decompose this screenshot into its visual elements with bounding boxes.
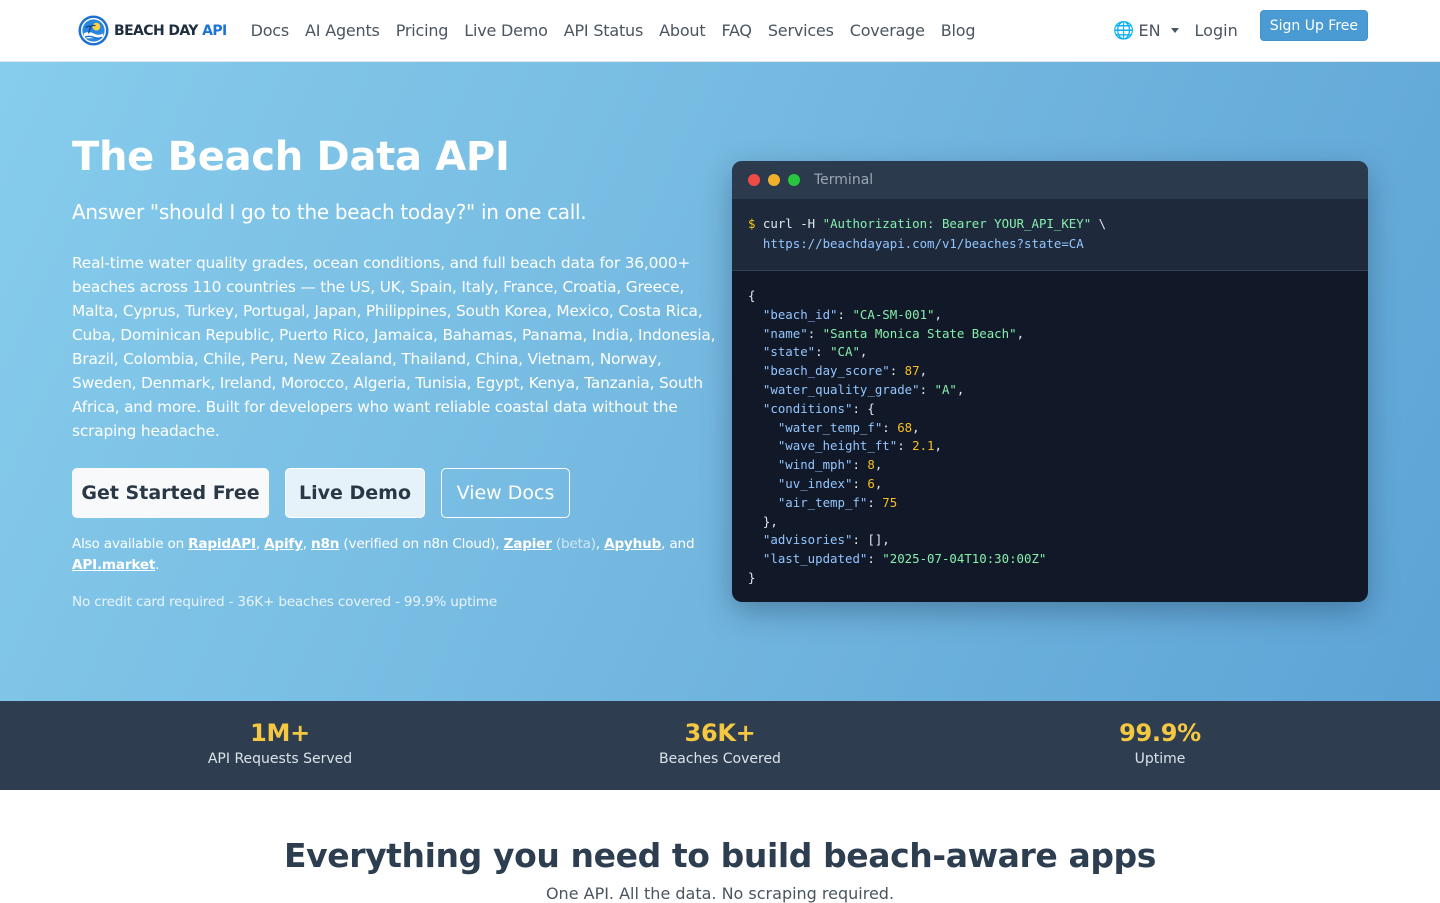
language-label: EN (1138, 21, 1161, 40)
globe-icon: 🌐 (1113, 20, 1135, 41)
terminal-window: Terminal $ curl -H "Authorization: Beare… (732, 161, 1368, 602)
nav-link-pricing[interactable]: Pricing (388, 21, 457, 40)
stat-requests: 1M+ API Requests Served (130, 719, 430, 767)
apify-link[interactable]: Apify (264, 536, 303, 552)
nav-link-blog[interactable]: Blog (933, 21, 984, 40)
n8n-link[interactable]: n8n (311, 536, 339, 552)
nav-link-docs[interactable]: Docs (243, 21, 297, 40)
stat-value: 99.9% (1119, 719, 1201, 747)
rapidapi-link[interactable]: RapidAPI (188, 536, 256, 552)
minimize-dot-icon (768, 174, 780, 186)
view-docs-button[interactable]: View Docs (441, 468, 570, 518)
terminal-titlebar: Terminal (732, 161, 1368, 199)
stat-value: 1M+ (250, 719, 310, 747)
also-available-text: Also available on RapidAPI, Apify, n8n (… (72, 536, 695, 573)
language-dropdown[interactable]: 🌐 EN (1113, 20, 1179, 41)
api-market-link[interactable]: API.market (72, 557, 155, 573)
apyhub-link[interactable]: Apyhub (604, 536, 661, 552)
nav-link-services[interactable]: Services (760, 21, 842, 40)
chevron-down-icon (1170, 28, 1179, 33)
signup-button[interactable]: Sign Up Free (1259, 10, 1368, 41)
maximize-dot-icon (788, 174, 800, 186)
nav-right: 🌐 EN Login Sign Up Free (1113, 10, 1368, 41)
login-link[interactable]: Login (1195, 21, 1238, 40)
hero-buttons: Get Started Free Live Demo View Docs (72, 468, 570, 518)
features-title: Everything you need to build beach-aware… (283, 836, 1157, 875)
stat-beaches: 36K+ Beaches Covered (570, 719, 870, 767)
hero-footnote: No credit card required - 36K+ beaches c… (72, 594, 497, 610)
brand-link[interactable]: BEACH DAY API (78, 15, 227, 46)
zapier-link[interactable]: Zapier (504, 536, 552, 552)
brand-name: BEACH DAY API (114, 22, 227, 39)
hero-section: The Beach Data API Answer "should I go t… (0, 62, 1440, 701)
nav-link-ai-agents[interactable]: AI Agents (297, 21, 388, 40)
stat-label: Beaches Covered (659, 751, 781, 767)
stat-uptime: 99.9% Uptime (1010, 719, 1310, 767)
terminal-title: Terminal (814, 172, 874, 188)
features-subtitle: One API. All the data. No scraping requi… (545, 884, 895, 903)
stat-label: API Requests Served (207, 751, 353, 767)
stat-value: 36K+ (684, 719, 756, 747)
nav-link-api-status[interactable]: API Status (556, 21, 651, 40)
nav-link-live-demo[interactable]: Live Demo (456, 21, 556, 40)
terminal-command: $ curl -H "Authorization: Bearer YOUR_AP… (732, 199, 1368, 271)
live-demo-button[interactable]: Live Demo (285, 468, 425, 518)
get-started-button[interactable]: Get Started Free (72, 468, 269, 518)
terminal-json-response: { "beach_id": "CA-SM-001", "name": "Sant… (748, 288, 1047, 585)
stat-label: Uptime (1134, 751, 1186, 767)
stats-bar: 1M+ API Requests Served 36K+ Beaches Cov… (0, 701, 1440, 790)
top-navbar: BEACH DAY API Docs AI Agents Pricing Liv… (0, 0, 1440, 62)
nav-link-about[interactable]: About (651, 21, 713, 40)
hero-title: The Beach Data API (72, 134, 510, 180)
nav-links: Docs AI Agents Pricing Live Demo API Sta… (243, 21, 984, 40)
nav-link-faq[interactable]: FAQ (713, 21, 759, 40)
hero-description: Real-time water quality grades, ocean co… (72, 254, 716, 440)
beach-sun-logo-icon (78, 15, 109, 46)
close-dot-icon (748, 174, 760, 186)
nav-link-coverage[interactable]: Coverage (842, 21, 933, 40)
hero-subtitle: Answer "should I go to the beach today?"… (72, 200, 587, 224)
